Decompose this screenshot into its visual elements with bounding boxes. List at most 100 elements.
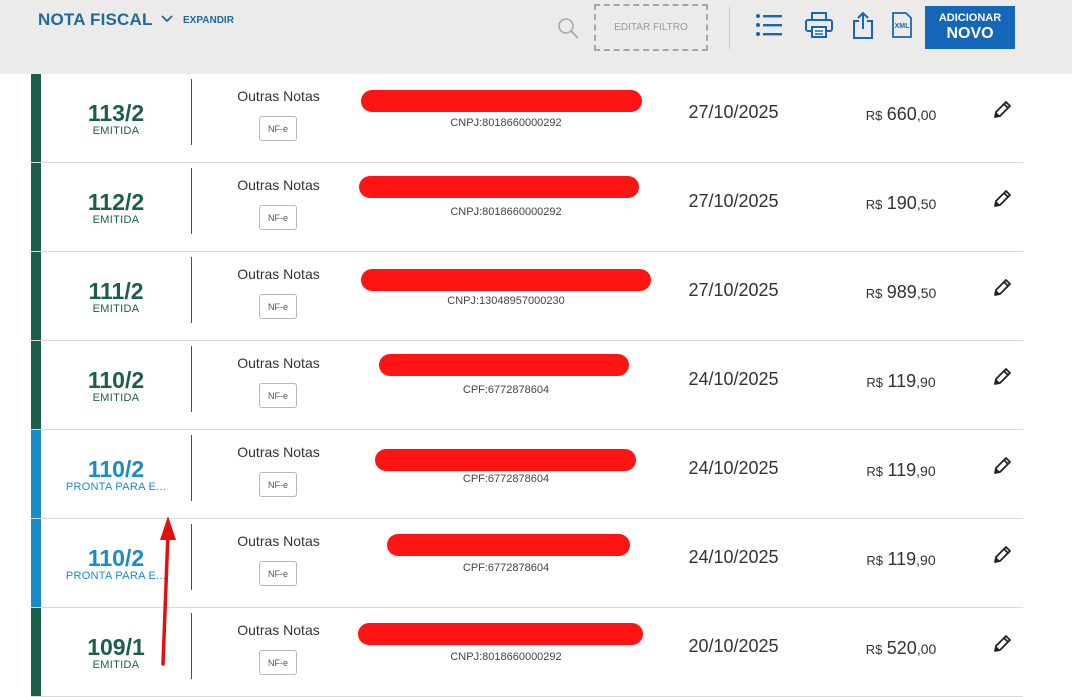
invoice-number: 112/2 xyxy=(87,189,145,215)
invoice-number: 111/2 xyxy=(88,278,144,304)
value-integer: 119 xyxy=(887,460,917,480)
redaction-mark xyxy=(359,176,639,198)
pencil-icon[interactable] xyxy=(991,544,1013,566)
redaction-mark xyxy=(361,269,651,291)
tax-id: CNPJ:13048957000230 xyxy=(447,295,565,307)
pencil-icon[interactable] xyxy=(991,277,1013,299)
invoice-row[interactable]: 110/2 EMITIDA Outras Notas NF-e CPF:67728786… xyxy=(31,341,1023,430)
invoice-number: 109/1 xyxy=(87,634,145,660)
pencil-icon[interactable] xyxy=(991,633,1013,655)
pencil-icon[interactable] xyxy=(991,99,1013,121)
invoice-row[interactable]: 113/2 EMITIDA Outras Notas NF-e CNPJ:8018660… xyxy=(31,74,1023,163)
redaction-mark xyxy=(358,623,643,645)
invoice-number-cell: 110/2 PRONTA PARA E... xyxy=(41,430,191,518)
value-integer: 660 xyxy=(886,104,917,124)
invoice-type: Outras Notas xyxy=(237,533,320,549)
invoice-value: R$ 119,90 xyxy=(831,460,971,481)
invoice-row[interactable]: 109/1 EMITIDA Outras Notas NF-e CNPJ:8018660… xyxy=(31,608,1023,697)
pencil-icon[interactable] xyxy=(991,366,1013,388)
tax-id: CPF:6772878604 xyxy=(462,562,550,574)
expand-link[interactable]: EXPANDIR xyxy=(183,15,234,26)
invoice-value: R$ 190,50 xyxy=(831,193,971,214)
printer-icon xyxy=(805,12,833,38)
invoice-value: R$ 660,00 xyxy=(831,104,971,125)
pencil-icon[interactable] xyxy=(991,455,1013,477)
value-integer: 119 xyxy=(887,549,917,569)
invoice-row[interactable]: 111/2 EMITIDA Outras Notas NF-e CNPJ:1304895… xyxy=(31,252,1023,341)
status-color-bar xyxy=(31,74,41,162)
column-divider xyxy=(191,435,192,501)
add-new-label-top: ADICIONAR xyxy=(938,12,1002,24)
currency-symbol: R$ xyxy=(865,197,883,212)
value-decimal: ,90 xyxy=(916,463,936,479)
status-label: EMITIDA xyxy=(92,392,140,404)
invoice-list: 113/2 EMITIDA Outras Notas NF-e CNPJ:8018660… xyxy=(31,74,1023,697)
nfe-badge: NF-e xyxy=(259,472,297,497)
list-view-button[interactable] xyxy=(752,8,786,42)
export-button[interactable] xyxy=(848,8,878,42)
share-icon xyxy=(853,11,873,39)
column-divider xyxy=(191,79,192,145)
status-color-bar xyxy=(31,519,41,607)
redaction-mark xyxy=(361,90,642,112)
column-divider xyxy=(191,346,192,412)
tax-id: CNPJ:8018660000292 xyxy=(450,117,562,129)
currency-symbol: R$ xyxy=(866,464,883,479)
currency-symbol: R$ xyxy=(865,108,883,123)
value-decimal: ,90 xyxy=(916,552,936,568)
tax-id: CNPJ:8018660000292 xyxy=(450,651,562,663)
xml-icon: XML xyxy=(892,12,912,38)
column-divider xyxy=(191,168,192,234)
nfe-badge: NF-e xyxy=(259,205,297,230)
status-label: PRONTA PARA E... xyxy=(65,481,167,493)
status-color-bar xyxy=(31,252,41,340)
invoice-value: R$ 989,50 xyxy=(831,282,971,303)
edit-filter-button[interactable]: EDITAR FILTRO xyxy=(594,4,708,51)
add-new-label-bottom: NOVO xyxy=(946,25,994,42)
invoice-row[interactable]: 110/2 PRONTA PARA E... Outras Notas NF-e CPF… xyxy=(31,430,1023,519)
add-new-button[interactable]: ADICIONAR NOVO xyxy=(925,6,1015,49)
tax-id: CPF:6772878604 xyxy=(462,473,550,485)
status-label: PRONTA PARA E... xyxy=(65,570,167,582)
value-decimal: ,50 xyxy=(916,196,937,212)
value-decimal: ,90 xyxy=(916,374,936,390)
currency-symbol: R$ xyxy=(866,553,883,568)
currency-symbol: R$ xyxy=(865,286,883,301)
invoice-type: Outras Notas xyxy=(237,444,320,460)
status-color-bar xyxy=(31,608,41,696)
invoice-number-cell: 110/2 PRONTA PARA E... xyxy=(41,519,191,607)
svg-text:XML: XML xyxy=(895,23,911,30)
invoice-number: 113/2 xyxy=(87,100,145,126)
chevron-down-icon[interactable] xyxy=(160,13,174,25)
search-icon[interactable] xyxy=(556,16,580,40)
pencil-icon[interactable] xyxy=(991,188,1013,210)
nfe-badge: NF-e xyxy=(259,294,297,319)
top-toolbar: NOTA FISCAL EXPANDIR EDITAR FILTRO XML A… xyxy=(0,0,1072,74)
issue-date: 20/10/2025 xyxy=(688,636,779,656)
status-label: EMITIDA xyxy=(92,125,140,137)
invoice-row[interactable]: 110/2 PRONTA PARA E... Outras Notas NF-e CPF… xyxy=(31,519,1023,608)
xml-export-button[interactable]: XML xyxy=(888,8,916,42)
tax-id: CNPJ:8018660000292 xyxy=(450,206,562,218)
invoice-number: 110/2 xyxy=(87,367,145,393)
status-label: EMITIDA xyxy=(92,303,140,315)
issue-date: 27/10/2025 xyxy=(688,280,779,300)
toolbar-divider xyxy=(729,7,730,49)
redaction-mark xyxy=(375,449,636,471)
invoice-number-cell: 113/2 EMITIDA xyxy=(41,74,191,162)
invoice-number-cell: 111/2 EMITIDA xyxy=(41,252,191,340)
nfe-badge: NF-e xyxy=(259,561,297,586)
redaction-mark xyxy=(387,534,630,556)
issue-date: 27/10/2025 xyxy=(688,102,779,122)
value-decimal: ,00 xyxy=(916,641,937,657)
invoice-type: Outras Notas xyxy=(237,622,320,638)
invoice-type: Outras Notas xyxy=(237,355,320,371)
issue-date: 27/10/2025 xyxy=(688,191,779,211)
status-color-bar xyxy=(31,341,41,429)
print-button[interactable] xyxy=(802,8,836,42)
value-integer: 989 xyxy=(886,282,917,302)
invoice-number-cell: 109/1 EMITIDA xyxy=(41,608,191,696)
invoice-row[interactable]: 112/2 EMITIDA Outras Notas NF-e CNPJ:8018660… xyxy=(31,163,1023,252)
invoice-type: Outras Notas xyxy=(237,266,320,282)
invoice-type: Outras Notas xyxy=(237,88,320,104)
